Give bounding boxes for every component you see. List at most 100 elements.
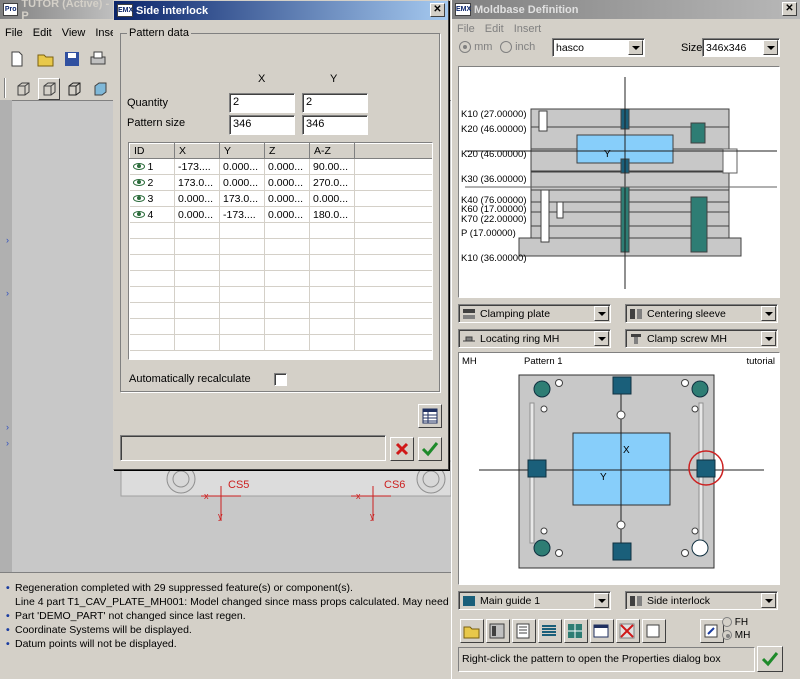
table-row[interactable]: 3 0.000... 173.0... 0.000... 0.000...: [129, 190, 432, 207]
table-row[interactable]: 4 0.000... -173.... 0.000... 180.0...: [129, 206, 432, 223]
pattern-size-x-field[interactable]: 346: [229, 115, 295, 135]
unit-mm-radio[interactable]: mm: [459, 41, 492, 54]
chevron-right-icon[interactable]: ›: [6, 235, 9, 245]
section-view[interactable]: K10 (27.00000) K20 (46.00000) K20 (46.00…: [458, 66, 780, 298]
column-header-x[interactable]: X: [174, 143, 220, 159]
supplier-select[interactable]: hasco: [552, 38, 645, 57]
chevron-down-icon[interactable]: [761, 306, 776, 321]
radio-mh[interactable]: MH: [722, 630, 750, 641]
side-interlock-select[interactable]: Side interlock: [625, 591, 778, 610]
table-row[interactable]: [129, 270, 432, 287]
size-select[interactable]: 346x346: [702, 38, 780, 57]
tutor-menu-file[interactable]: File: [0, 27, 28, 39]
close-icon[interactable]: ✕: [430, 3, 445, 17]
bullet-icon: •: [6, 582, 10, 594]
message-field: [120, 435, 386, 461]
save-layout-icon: [489, 623, 505, 639]
radio-icon: [500, 41, 512, 54]
app-icon: EMX: [117, 4, 133, 17]
column-y-label: Y: [330, 73, 338, 85]
message-line: • Part 'DEMO_PART' not changed since last…: [6, 610, 246, 622]
table-row[interactable]: [129, 254, 432, 271]
view-wireframe-icon[interactable]: [12, 78, 34, 100]
column-header-z[interactable]: Z: [264, 143, 310, 159]
plates-button[interactable]: [538, 619, 562, 643]
chevron-down-icon[interactable]: [628, 40, 643, 55]
eye-icon[interactable]: [132, 211, 145, 219]
pattern-size-y-field[interactable]: 346: [302, 115, 368, 135]
table-row[interactable]: 2 173.0... 0.000... 0.000... 270.0...: [129, 174, 432, 191]
eye-icon[interactable]: [132, 163, 145, 171]
edit-button[interactable]: [642, 619, 666, 643]
table-properties-button[interactable]: [418, 404, 442, 428]
column-header-y[interactable]: Y: [219, 143, 265, 159]
plate-label-k10-top: K10 (27.00000): [461, 109, 527, 120]
info-button[interactable]: [700, 619, 724, 643]
unit-inch-radio[interactable]: inch: [500, 41, 535, 54]
table-row[interactable]: [129, 302, 432, 319]
table-icon: [593, 624, 609, 638]
print-icon[interactable]: [87, 48, 109, 70]
chevron-down-icon[interactable]: [594, 593, 609, 608]
save-disk-icon[interactable]: [61, 48, 83, 70]
moldbase-menu-file[interactable]: File: [452, 23, 480, 35]
cancel-button[interactable]: [390, 437, 414, 461]
open-folder-icon[interactable]: [35, 48, 57, 70]
column-header-id[interactable]: ID: [129, 143, 175, 159]
plan-view[interactable]: MH Pattern 1 tutorial X Y: [458, 352, 780, 585]
plate-label-k20-a: K20 (46.00000): [461, 124, 527, 135]
bullet-icon: •: [6, 610, 10, 622]
open-moldbase-button[interactable]: [460, 619, 484, 643]
ok-button[interactable]: [757, 646, 783, 672]
message-line: • Regeneration completed with 29 suppress…: [6, 582, 353, 594]
tutor-menu-view[interactable]: View: [57, 27, 91, 39]
chevron-right-icon[interactable]: ›: [6, 422, 9, 432]
table-view-button[interactable]: [590, 619, 614, 643]
table-row[interactable]: [129, 334, 432, 351]
locating-ring-select[interactable]: Locating ring MH: [458, 329, 611, 348]
eye-icon[interactable]: [132, 179, 145, 187]
table-row[interactable]: [129, 286, 432, 303]
centering-sleeve-select[interactable]: Centering sleeve: [625, 304, 778, 323]
save-moldbase-button[interactable]: [486, 619, 510, 643]
close-icon[interactable]: ✕: [782, 2, 797, 16]
moldbase-title: Moldbase Definition: [474, 3, 579, 16]
table-row[interactable]: [129, 238, 432, 255]
info-icon: [704, 624, 718, 638]
clamp-screw-select[interactable]: Clamp screw MH: [625, 329, 778, 348]
quantity-x-field[interactable]: 2: [229, 93, 295, 113]
message-line: • Datum points will not be displayed.: [6, 638, 177, 650]
new-file-icon[interactable]: [6, 48, 28, 70]
bom-button[interactable]: [512, 619, 536, 643]
view-shaded-icon[interactable]: [89, 78, 111, 100]
chevron-down-icon[interactable]: [761, 331, 776, 346]
radio-fh[interactable]: FH: [722, 617, 748, 628]
pattern-table[interactable]: ID X Y Z A-Z 1 -173.... 0.000... 0.000..…: [128, 142, 433, 360]
clamping-plate-select[interactable]: Clamping plate: [458, 304, 611, 323]
chevron-down-icon[interactable]: [594, 331, 609, 346]
chevron-down-icon[interactable]: [594, 306, 609, 321]
ok-button[interactable]: [418, 437, 442, 461]
chevron-down-icon[interactable]: [761, 593, 776, 608]
delete-cross-icon: [619, 623, 635, 639]
table-row[interactable]: 1 -173.... 0.000... 0.000... 90.00...: [129, 158, 432, 175]
auto-recalculate-checkbox[interactable]: [274, 373, 287, 386]
side-interlock-dialog: EMX Side interlock ✕ Pattern data X Y Qu…: [113, 0, 449, 470]
quantity-y-field[interactable]: 2: [302, 93, 368, 113]
view-hidden-icon[interactable]: [38, 78, 60, 100]
tutor-menu-edit[interactable]: Edit: [28, 27, 57, 39]
table-row[interactable]: [129, 222, 432, 239]
view-no-hidden-icon[interactable]: [63, 78, 85, 100]
moldbase-menu-insert[interactable]: Insert: [509, 23, 547, 35]
main-guide-select[interactable]: Main guide 1: [458, 591, 611, 610]
column-header-az[interactable]: A-Z: [309, 143, 355, 159]
moldbase-window: EMX Moldbase Definition ✕ File Edit Inse…: [451, 0, 800, 679]
table-row[interactable]: [129, 318, 432, 335]
quadrant-button[interactable]: [564, 619, 588, 643]
chevron-down-icon[interactable]: [763, 40, 778, 55]
moldbase-menu-edit[interactable]: Edit: [480, 23, 509, 35]
chevron-right-icon[interactable]: ›: [6, 288, 9, 298]
chevron-right-icon[interactable]: ›: [6, 438, 9, 448]
delete-button[interactable]: [616, 619, 640, 643]
eye-icon[interactable]: [132, 195, 145, 203]
